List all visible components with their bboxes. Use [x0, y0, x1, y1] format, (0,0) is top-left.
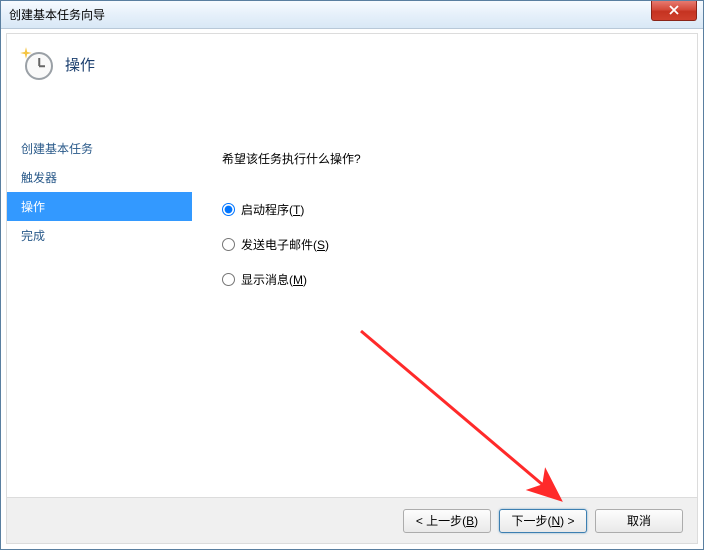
window-title: 创建基本任务向导 — [9, 6, 105, 23]
sidebar-step-trigger[interactable]: 触发器 — [7, 163, 192, 192]
sidebar-step-action[interactable]: 操作 — [7, 192, 192, 221]
radio-send-email[interactable] — [222, 238, 235, 251]
label-show-message[interactable]: 显示消息(M) — [241, 271, 307, 288]
next-button[interactable]: 下一步(N) > — [499, 509, 587, 533]
wizard-footer: < 上一步(B) 下一步(N) > 取消 — [7, 497, 697, 543]
action-prompt: 希望该任务执行什么操作? — [222, 150, 677, 167]
task-clock-icon — [21, 48, 53, 80]
label-start-program[interactable]: 启动程序(T) — [241, 201, 304, 218]
close-icon — [669, 5, 679, 15]
titlebar: 创建基本任务向导 — [1, 1, 703, 29]
radio-show-message[interactable] — [222, 273, 235, 286]
radio-start-program[interactable] — [222, 203, 235, 216]
option-start-program[interactable]: 启动程序(T) — [222, 201, 677, 218]
content-area: 操作 创建基本任务 触发器 操作 完成 希望该任务执行什么操作? 启动程序(T) — [6, 33, 698, 544]
page-title: 操作 — [65, 54, 95, 75]
sidebar: 创建基本任务 触发器 操作 完成 — [7, 126, 192, 497]
sidebar-step-finish[interactable]: 完成 — [7, 221, 192, 250]
label-send-email[interactable]: 发送电子邮件(S) — [241, 236, 329, 253]
close-button[interactable] — [651, 1, 697, 21]
option-show-message[interactable]: 显示消息(M) — [222, 271, 677, 288]
option-send-email[interactable]: 发送电子邮件(S) — [222, 236, 677, 253]
cancel-button[interactable]: 取消 — [595, 509, 683, 533]
wizard-body: 创建基本任务 触发器 操作 完成 希望该任务执行什么操作? 启动程序(T) 发送… — [7, 126, 697, 497]
main-panel: 希望该任务执行什么操作? 启动程序(T) 发送电子邮件(S) — [192, 126, 697, 497]
wizard-window: 创建基本任务向导 操作 创建基本任务 触发器 操作 完成 — [0, 0, 704, 550]
back-button[interactable]: < 上一步(B) — [403, 509, 491, 533]
wizard-header: 操作 — [7, 34, 697, 94]
sidebar-step-create[interactable]: 创建基本任务 — [7, 134, 192, 163]
